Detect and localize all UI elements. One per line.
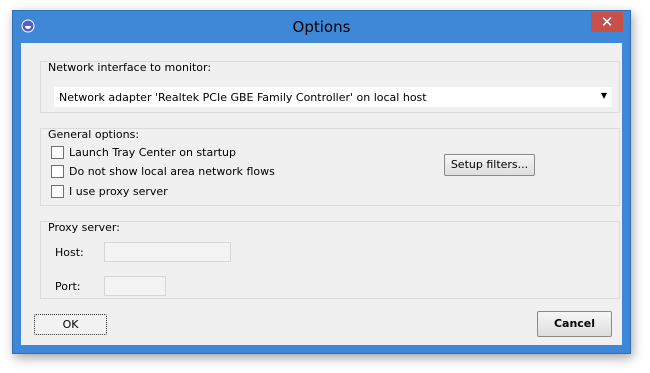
network-interface-select[interactable]: Network adapter 'Realtek PCIe GBE Family… <box>54 87 612 107</box>
general-options-label: General options: <box>48 128 140 141</box>
launch-tray-checkbox[interactable] <box>51 146 64 159</box>
host-field[interactable] <box>104 242 231 262</box>
options-window: Options ✕ Network interface to monitor: … <box>12 10 631 354</box>
chevron-down-icon[interactable]: ▼ <box>601 91 607 100</box>
dialog-body: Network interface to monitor: Network ad… <box>21 43 622 345</box>
general-options-group: General options: Launch Tray Center on s… <box>40 128 620 206</box>
setup-filters-button[interactable]: Setup filters... <box>444 154 535 176</box>
launch-tray-label[interactable]: Launch Tray Center on startup <box>69 146 236 159</box>
proxy-server-group: Proxy server: Host: Port: <box>40 221 620 299</box>
title-bar[interactable]: Options ✕ <box>13 11 630 43</box>
port-field[interactable] <box>104 276 166 296</box>
hide-lan-flows-checkbox[interactable] <box>51 165 64 178</box>
ok-button[interactable]: OK <box>34 314 107 335</box>
proxy-server-label: Proxy server: <box>48 221 120 234</box>
close-button[interactable]: ✕ <box>591 12 623 32</box>
host-label: Host: <box>55 246 84 259</box>
use-proxy-label[interactable]: I use proxy server <box>69 185 168 198</box>
port-label: Port: <box>55 280 81 293</box>
use-proxy-checkbox[interactable] <box>51 185 64 198</box>
network-interface-value: Network adapter 'Realtek PCIe GBE Family… <box>59 91 427 104</box>
hide-lan-flows-label[interactable]: Do not show local area network flows <box>69 165 275 178</box>
network-interface-group: Network interface to monitor: Network ad… <box>40 61 620 113</box>
close-icon: ✕ <box>600 13 614 31</box>
network-interface-label: Network interface to monitor: <box>48 61 212 74</box>
window-title: Options <box>292 18 351 36</box>
cancel-button[interactable]: Cancel <box>537 311 612 337</box>
